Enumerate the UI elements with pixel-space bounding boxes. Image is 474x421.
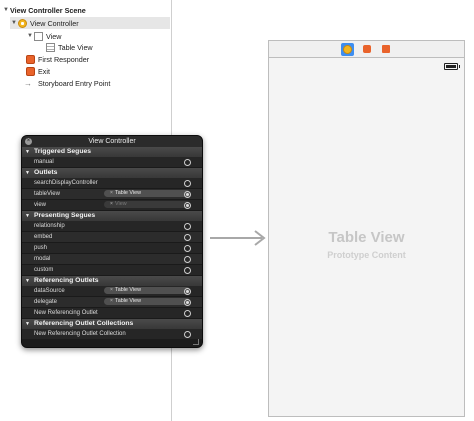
connection-target-label: Table View xyxy=(115,298,141,304)
connection-well-icon[interactable] xyxy=(184,245,191,252)
connection-row: delegate × Table View xyxy=(22,297,202,308)
connection-row: push xyxy=(22,243,202,254)
connection-target[interactable]: × Table View xyxy=(104,190,190,197)
exit-icon[interactable] xyxy=(379,43,392,56)
view-controller-icon xyxy=(18,18,27,28)
outline-item-view-controller[interactable]: ▼ View Controller xyxy=(10,17,170,29)
storyboard-entry-arrow[interactable] xyxy=(210,229,268,247)
connection-target-label: View xyxy=(115,201,127,207)
section-header[interactable]: ▼ Referencing Outlets xyxy=(22,276,202,286)
connection-well-icon[interactable] xyxy=(184,223,191,230)
outline-item-label: Storyboard Entry Point xyxy=(38,78,111,88)
disclosure-triangle-icon[interactable]: ▼ xyxy=(2,7,10,13)
disclosure-triangle-icon[interactable]: ▼ xyxy=(10,20,18,26)
table-view-placeholder-subtitle: Prototype Content xyxy=(327,250,406,260)
exit-icon xyxy=(26,66,35,76)
row-label: tableView xyxy=(34,191,60,197)
row-label: push xyxy=(34,245,48,251)
connection-row: manual xyxy=(22,157,202,168)
close-icon[interactable]: × xyxy=(25,138,32,145)
connection-well-icon[interactable] xyxy=(184,310,191,317)
connection-row: searchDisplayController xyxy=(22,178,202,189)
connection-row: relationship xyxy=(22,221,202,232)
row-label: view xyxy=(34,202,47,208)
outline-item-label: Table View xyxy=(58,42,93,52)
row-label: manual xyxy=(34,159,54,165)
connection-well-icon[interactable] xyxy=(184,159,191,166)
row-label: relationship xyxy=(34,223,65,229)
row-label: embed xyxy=(34,234,53,240)
view-controller-icon[interactable] xyxy=(341,42,354,56)
outline-item-label: Exit xyxy=(38,66,50,76)
connection-well-icon[interactable] xyxy=(184,191,191,198)
entry-arrow-icon: → xyxy=(24,78,32,88)
section-header[interactable]: ▼ Outlets xyxy=(22,168,202,178)
connection-well-icon[interactable] xyxy=(184,331,191,338)
connection-well-icon[interactable] xyxy=(184,180,191,187)
section-header[interactable]: ▼ Presenting Segues xyxy=(22,211,202,221)
connection-row: embed xyxy=(22,232,202,243)
connection-well-icon[interactable] xyxy=(184,267,191,274)
view-icon xyxy=(34,31,43,41)
row-label: searchDisplayController xyxy=(34,180,98,186)
connection-row: custom xyxy=(22,265,202,276)
outline-scene[interactable]: ▼ View Controller Scene xyxy=(2,4,86,16)
outline-item-entry-point[interactable]: → Storyboard Entry Point xyxy=(24,77,110,89)
section-label: Presenting Segues xyxy=(34,212,96,219)
disclosure-triangle-icon[interactable]: ▼ xyxy=(25,168,34,178)
row-label: custom xyxy=(34,267,54,273)
scene-dock xyxy=(268,40,465,58)
battery-icon xyxy=(444,63,460,70)
table-view-placeholder-title: Table View xyxy=(328,229,405,246)
resize-handle-icon[interactable] xyxy=(193,339,199,345)
outline-item-label: View xyxy=(46,31,62,41)
section-header[interactable]: ▼ Referencing Outlet Collections xyxy=(22,319,202,329)
row-label: dataSource xyxy=(34,288,65,294)
connection-row: New Referencing Outlet xyxy=(22,308,202,319)
connection-well-icon[interactable] xyxy=(184,234,191,241)
outline-item-label: First Responder xyxy=(38,54,90,64)
outline-item-label: View Controller xyxy=(30,18,79,28)
section-header[interactable]: ▼ Triggered Segues xyxy=(22,147,202,157)
connection-target[interactable]: × View xyxy=(104,201,190,208)
section-label: Referencing Outlet Collections xyxy=(34,320,134,327)
connection-row: dataSource × Table View xyxy=(22,286,202,297)
table-view-canvas[interactable]: Table View Prototype Content xyxy=(268,58,465,417)
connection-well-icon[interactable] xyxy=(184,288,191,295)
connection-row: view × View xyxy=(22,200,202,211)
outline-item-first-responder[interactable]: First Responder xyxy=(26,53,89,65)
disclosure-triangle-icon[interactable]: ▼ xyxy=(25,147,34,157)
section-label: Triggered Segues xyxy=(34,148,92,155)
outline-item-table-view[interactable]: Table View xyxy=(46,41,93,53)
table-view-icon xyxy=(46,42,55,52)
row-label: New Referencing Outlet Collection xyxy=(34,331,126,337)
disclosure-triangle-icon[interactable]: ▼ xyxy=(25,276,34,286)
connection-target[interactable]: × Table View xyxy=(104,287,190,294)
connection-target-label: Table View xyxy=(115,190,141,196)
connection-target[interactable]: × Table View xyxy=(104,298,190,305)
connection-well-icon[interactable] xyxy=(184,256,191,263)
connection-well-icon[interactable] xyxy=(184,202,191,209)
connection-row: tableView × Table View xyxy=(22,189,202,200)
connection-well-icon[interactable] xyxy=(184,299,191,306)
disclosure-triangle-icon[interactable]: ▼ xyxy=(26,33,34,39)
first-responder-icon xyxy=(26,54,35,64)
disclosure-triangle-icon[interactable]: ▼ xyxy=(25,211,34,221)
row-label: New Referencing Outlet xyxy=(34,310,98,316)
connections-hud: View Controller × ▼ Triggered Segues manu… xyxy=(21,135,203,348)
hud-footer xyxy=(22,339,202,347)
first-responder-icon[interactable] xyxy=(360,43,373,56)
section-label: Referencing Outlets xyxy=(34,277,99,284)
row-label: modal xyxy=(34,256,51,262)
outline-item-exit[interactable]: Exit xyxy=(26,65,50,77)
outline-scene-label: View Controller Scene xyxy=(10,5,86,15)
connection-target-label: Table View xyxy=(115,287,141,293)
disclosure-triangle-icon[interactable]: ▼ xyxy=(25,319,34,329)
section-label: Outlets xyxy=(34,169,58,176)
row-label: delegate xyxy=(34,299,58,305)
connection-row: modal xyxy=(22,254,202,265)
